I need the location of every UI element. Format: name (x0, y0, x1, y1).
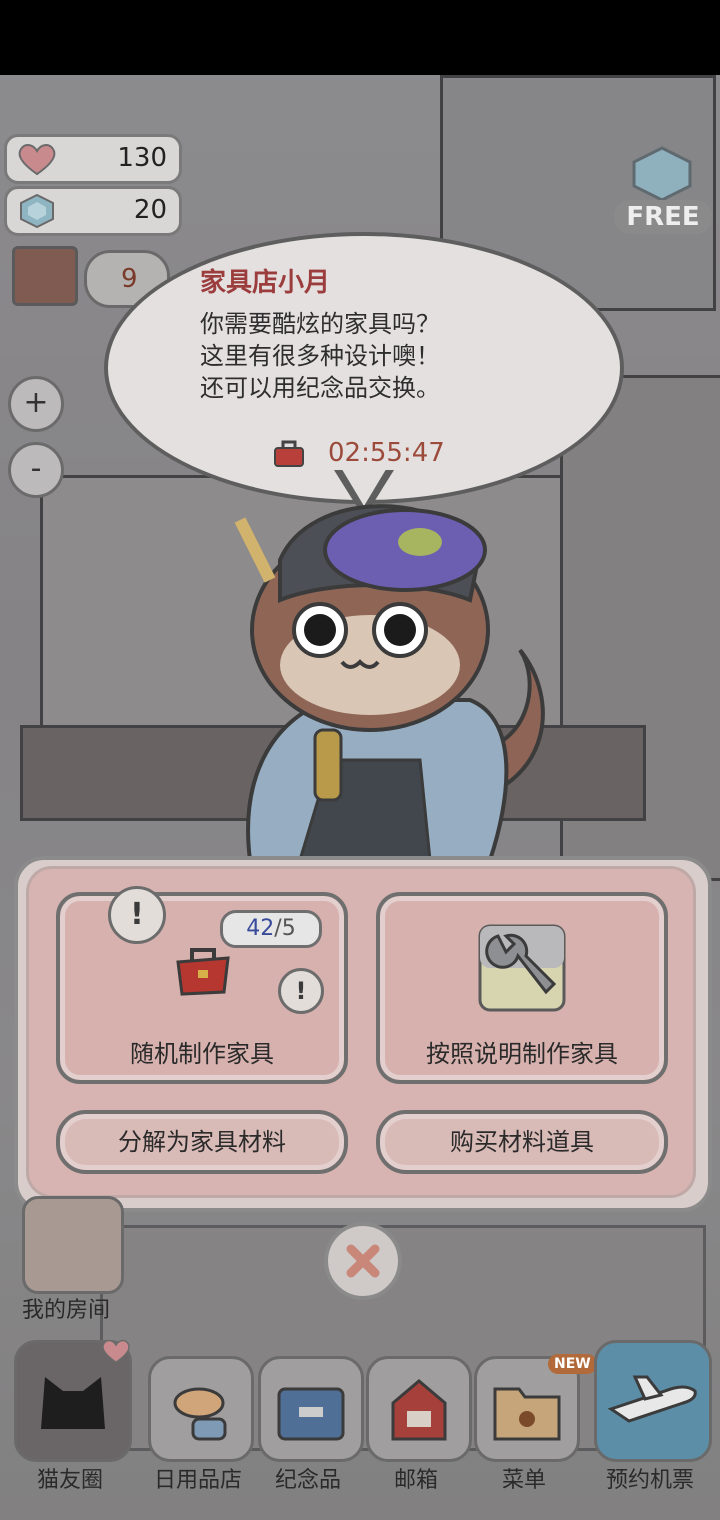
npc-cat-character[interactable] (220, 480, 580, 860)
alert-icon: ! (108, 886, 166, 944)
craft-count: 42 (246, 916, 275, 941)
status-bar (0, 0, 720, 75)
toolbox-icon (274, 440, 304, 467)
craft-count-badge: 42/5 (220, 910, 322, 948)
book-flight-button[interactable] (594, 1340, 712, 1462)
dock-label-souvenir: 纪念品 (274, 1468, 341, 1493)
close-icon (346, 1244, 380, 1278)
dock-label-cat-friends: 猫友圈 (36, 1468, 103, 1493)
cat-friends-button[interactable] (14, 1339, 132, 1462)
heart-icon (102, 1339, 130, 1364)
heart-icon (18, 144, 56, 176)
messages-count: 9 (121, 264, 138, 294)
gem-offer-icon[interactable] (630, 146, 694, 202)
gem-icon (20, 193, 54, 229)
my-room-button[interactable] (22, 1196, 124, 1294)
diary-button[interactable] (12, 246, 78, 306)
fish-icon (173, 1387, 227, 1441)
dialog-line: 你需要酷炫的家具吗？ (200, 310, 440, 338)
free-label[interactable]: FREE (614, 200, 712, 234)
box-icon (277, 1387, 345, 1441)
dock-label-menu: 菜单 (501, 1468, 546, 1493)
zoom-out-button[interactable]: - (8, 442, 64, 498)
my-room-label: 我的房间 (22, 1298, 111, 1323)
alert-icon: ! (278, 968, 324, 1014)
dock-label-mailbox: 邮箱 (393, 1468, 438, 1493)
craft-count-max: /5 (274, 916, 296, 941)
dialog-line: 还可以用纪念品交换。 (200, 374, 440, 402)
random-craft-label: 随机制作家具 (130, 1040, 274, 1068)
dismantle-button[interactable]: 分解为家具材料 (56, 1110, 348, 1174)
recipe-craft-button[interactable]: 按照说明制作家具 (376, 892, 668, 1084)
plane-icon (607, 1375, 697, 1423)
souvenir-button[interactable] (258, 1356, 364, 1462)
wrench-icon (478, 924, 566, 1012)
npc-name: 家具店小月 (200, 268, 331, 298)
recipe-craft-label: 按照说明制作家具 (426, 1040, 618, 1068)
dock-label-daily-store: 日用品店 (153, 1468, 242, 1493)
close-button[interactable] (324, 1222, 402, 1300)
gems-counter: 20 (4, 186, 182, 236)
zoom-in-button[interactable]: + (8, 376, 64, 432)
daily-store-button[interactable] (148, 1356, 254, 1462)
cat-face-icon (41, 1377, 105, 1429)
mailbox-icon (391, 1379, 447, 1441)
new-badge: NEW (548, 1354, 597, 1374)
dialog-line: 这里有很多种设计噢！ (200, 342, 440, 370)
folder-icon (493, 1387, 561, 1441)
mailbox-button[interactable] (366, 1356, 472, 1462)
timer: 02:55:47 (328, 438, 445, 468)
random-craft-button[interactable]: ! 42/5 ! 随机制作家具 (56, 886, 348, 1084)
hearts-value: 130 (117, 143, 167, 173)
gems-value: 20 (133, 195, 167, 225)
toolbox-icon (176, 948, 230, 996)
dock-label-book-flight: 预约机票 (605, 1468, 694, 1493)
buy-materials-button[interactable]: 购买材料道具 (376, 1110, 668, 1174)
hearts-counter: 130 (4, 134, 182, 184)
